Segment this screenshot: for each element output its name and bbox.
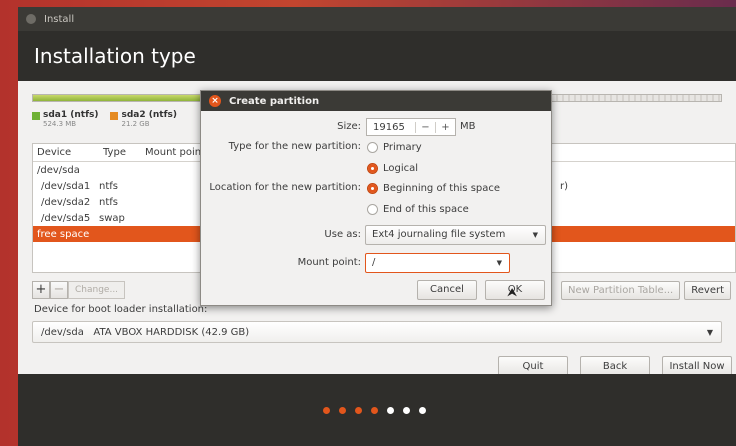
column-header-device: Device — [37, 147, 72, 158]
footer — [18, 374, 736, 446]
radio-beginning-button[interactable] — [367, 183, 378, 194]
create-partition-dialog: × Create partition Size: 19165 − + MB Ty… — [200, 90, 552, 306]
cell-type: ntfs — [99, 180, 118, 192]
use-as-select[interactable]: Ext4 journaling file system ▼ — [365, 225, 546, 245]
boot-loader-label: Device for boot loader installation: — [34, 304, 208, 315]
radio-end-label: End of this space — [383, 204, 469, 215]
size-stepper[interactable]: 19165 − + — [366, 118, 456, 136]
radio-primary-label: Primary — [383, 142, 422, 153]
new-partition-table-button[interactable]: New Partition Table... — [561, 281, 681, 300]
legend-swatch-sda2 — [110, 112, 119, 120]
legend-item-sda1: sda1 (ntfs) 524.3 MB — [32, 110, 98, 128]
column-header-mount-point: Mount point — [145, 147, 206, 158]
page-header: Installation type — [18, 31, 736, 81]
legend-item-sda2: sda2 (ntfs) 21.2 GB — [110, 110, 177, 128]
mount-point-label: Mount point: — [297, 257, 361, 268]
partition-legend: sda1 (ntfs) 524.3 MB sda2 (ntfs) 21.2 GB — [32, 110, 177, 128]
dialog-title: Create partition — [229, 95, 320, 107]
cancel-button[interactable]: Cancel — [417, 280, 477, 300]
cell-device: /dev/sda — [37, 164, 80, 176]
legend-size: 21.2 GB — [121, 120, 150, 128]
close-icon[interactable]: × — [209, 95, 221, 107]
progress-dot — [323, 407, 330, 414]
change-partition-button[interactable]: Change... — [68, 281, 126, 299]
radio-end-button[interactable] — [367, 204, 378, 215]
legend-swatch-sda1 — [32, 112, 40, 120]
boot-loader-select[interactable]: /dev/sda ATA VBOX HARDDISK (42.9 GB) ▼ — [32, 321, 722, 343]
revert-button[interactable]: Revert — [684, 281, 732, 300]
progress-dots — [323, 407, 426, 414]
title-bar: Install — [18, 7, 736, 31]
boot-loader-value: /dev/sda ATA VBOX HARDDISK (42.9 GB) — [41, 326, 250, 338]
progress-dot — [387, 407, 394, 414]
dialog-title-bar: × Create partition — [201, 91, 551, 111]
chevron-down-icon[interactable]: ▼ — [497, 254, 502, 272]
progress-dot — [419, 407, 426, 414]
cell-type: swap — [99, 212, 125, 224]
cell-device: /dev/sda2 — [41, 196, 91, 208]
cell-partial-text: r) — [560, 180, 569, 192]
radio-primary[interactable]: Primary — [367, 142, 422, 153]
progress-dot — [339, 407, 346, 414]
window-title: Install — [44, 13, 75, 25]
use-as-value: Ext4 journaling file system — [372, 229, 506, 240]
column-header-type: Type — [103, 147, 126, 158]
progress-dot — [371, 407, 378, 414]
increase-size-button[interactable]: + — [435, 121, 455, 133]
radio-logical-label: Logical — [383, 163, 419, 174]
legend-name: sda2 (ntfs) — [121, 110, 177, 120]
cell-type: ntfs — [99, 196, 118, 208]
partition-location-label: Location for the new partition: — [209, 182, 361, 193]
mouse-pointer-icon: ⮝ — [507, 285, 518, 299]
page-title: Installation type — [34, 44, 196, 68]
radio-logical-button[interactable] — [367, 163, 378, 174]
partition-edit-buttons: + − Change... — [32, 281, 126, 299]
table-action-buttons: New Partition Table... Revert — [561, 281, 732, 300]
chevron-down-icon: ▼ — [706, 327, 713, 337]
remove-partition-button[interactable]: − — [50, 281, 68, 299]
legend-name: sda1 (ntfs) — [43, 110, 99, 120]
cell-device: free space — [37, 228, 90, 240]
radio-end[interactable]: End of this space — [367, 204, 469, 215]
legend-size: 524.3 MB — [43, 120, 77, 128]
radio-primary-button[interactable] — [367, 142, 378, 153]
radio-beginning-label: Beginning of this space — [383, 183, 501, 194]
radio-beginning[interactable]: Beginning of this space — [367, 183, 500, 194]
window-close-icon[interactable] — [26, 14, 36, 24]
partition-type-label: Type for the new partition: — [228, 141, 361, 152]
use-as-label: Use as: — [324, 229, 361, 240]
cell-device: /dev/sda1 — [41, 180, 91, 192]
add-partition-button[interactable]: + — [32, 281, 50, 299]
size-input[interactable]: 19165 — [367, 122, 415, 133]
radio-logical[interactable]: Logical — [367, 163, 418, 174]
size-unit: MB — [460, 121, 476, 132]
progress-dot — [403, 407, 410, 414]
progress-dot — [355, 407, 362, 414]
mount-point-combo[interactable]: / ▼ — [365, 253, 510, 273]
size-label: Size: — [337, 121, 361, 132]
mount-point-value[interactable]: / — [372, 257, 375, 268]
decrease-size-button[interactable]: − — [415, 121, 435, 133]
chevron-down-icon: ▼ — [532, 231, 538, 239]
cell-device: /dev/sda5 — [41, 212, 91, 224]
